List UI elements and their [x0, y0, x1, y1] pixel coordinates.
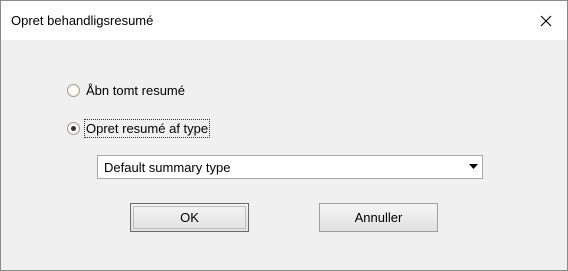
ok-button-label: OK — [180, 210, 199, 225]
title-bar[interactable]: Opret behandligsresumé — [1, 1, 567, 40]
radio-label-empty: Åbn tomt resumé — [86, 82, 185, 98]
radio-button-empty[interactable] — [67, 83, 80, 97]
radio-button-by-type[interactable] — [67, 121, 80, 135]
close-icon — [540, 15, 552, 27]
radio-empty-summary[interactable]: Åbn tomt resumé — [67, 81, 185, 99]
dialog: Opret behandligsresumé Åbn tomt resumé O… — [0, 0, 568, 271]
close-button[interactable] — [525, 1, 567, 40]
dialog-title: Opret behandligsresumé — [11, 13, 154, 28]
summary-type-select[interactable]: Default summary type — [97, 155, 483, 179]
radio-summary-by-type[interactable]: Opret resumé af type — [67, 118, 211, 138]
radio-label-by-type: Opret resumé af type — [83, 118, 211, 138]
ok-button[interactable]: OK — [130, 203, 249, 232]
summary-type-value: Default summary type — [104, 160, 231, 175]
chevron-down-icon[interactable] — [464, 156, 482, 178]
cancel-button[interactable]: Annuller — [319, 203, 438, 232]
cancel-button-label: Annuller — [354, 210, 403, 225]
